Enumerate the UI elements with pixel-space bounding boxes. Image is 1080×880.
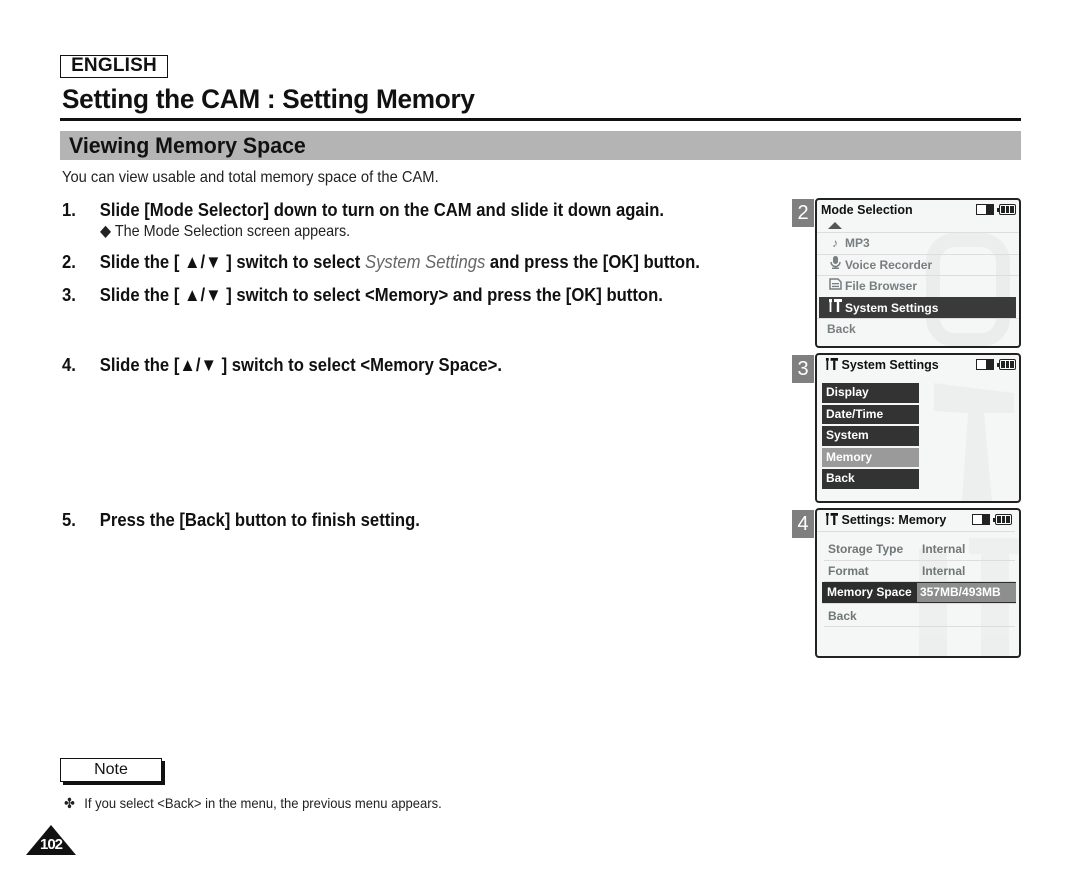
memory-card-icon xyxy=(976,204,994,215)
step-number: 5. xyxy=(62,509,76,530)
memory-space-value: 357MB/493MB xyxy=(917,583,1016,602)
screen-number: 3 xyxy=(792,355,814,383)
step-3: 3. Slide the [ ▲/▼ ] switch to select <Me… xyxy=(62,284,663,306)
screen-mode-selection: Mode Selection ♪ MP3 Voice Recorder File … xyxy=(815,198,1021,348)
step-text-post: and press the [OK] button. xyxy=(485,251,700,272)
setting-key: Memory Space xyxy=(827,585,912,599)
step-1-substep: ◆ The Mode Selection screen appears. xyxy=(100,223,351,240)
screen-system-settings: System Settings Display Date/Time System… xyxy=(815,353,1021,503)
scroll-up-icon xyxy=(817,222,1019,232)
menu-item-display[interactable]: Display xyxy=(822,383,919,403)
screen-title: Mode Selection xyxy=(821,203,913,217)
step-text: Press the [Back] button to finish settin… xyxy=(99,509,420,530)
setting-row-storage-type[interactable]: Storage Type Internal xyxy=(824,539,1015,561)
watermark-icon xyxy=(934,383,1014,501)
step-text-pre: Slide the [ ▲/▼ ] switch to select xyxy=(99,251,365,272)
status-icons xyxy=(976,359,1016,370)
music-note-icon: ♪ xyxy=(832,236,838,250)
step-text: Slide the [ ▲/▼ ] switch to select <Memo… xyxy=(99,284,663,305)
battery-icon xyxy=(993,514,1012,525)
step-1: 1. Slide [Mode Selector] down to turn on … xyxy=(62,199,664,221)
screen-title: System Settings xyxy=(841,358,939,372)
status-icons xyxy=(972,514,1012,525)
note-bullet-icon: ✤ xyxy=(64,795,75,811)
menu-item-system[interactable]: System xyxy=(822,426,919,446)
step-number: 2. xyxy=(62,251,76,272)
menu-item-mp3[interactable]: ♪ MP3 xyxy=(817,232,1019,254)
menu-item-label: Back xyxy=(827,322,856,336)
menu-item-memory[interactable]: Memory xyxy=(822,447,919,467)
settings-tools-icon xyxy=(825,358,838,370)
intro-text: You can view usable and total memory spa… xyxy=(62,169,439,186)
memory-card-icon xyxy=(976,359,994,370)
page-title: Setting the CAM : Setting Memory xyxy=(62,84,475,114)
file-icon xyxy=(827,276,843,297)
step-number: 1. xyxy=(62,199,76,220)
setting-key: Storage Type xyxy=(828,542,904,556)
menu-item-label: File Browser xyxy=(845,279,918,293)
screen-settings-memory: Settings: Memory Storage Type Internal Fo… xyxy=(815,508,1021,658)
screen-header: System Settings xyxy=(817,355,1019,377)
section-title: Viewing Memory Space xyxy=(69,133,306,158)
menu-item-back[interactable]: Back xyxy=(822,469,919,489)
menu-item-system-settings[interactable]: System Settings xyxy=(819,296,1016,319)
setting-key: Back xyxy=(828,608,857,623)
screen-number: 2 xyxy=(792,199,814,227)
note-text: ✤ If you select <Back> in the menu, the p… xyxy=(64,795,442,812)
settings-tools-icon xyxy=(827,298,843,319)
setting-key: Format xyxy=(828,563,869,578)
page-number: 102 xyxy=(39,836,63,853)
step-5: 5. Press the [Back] button to finish sett… xyxy=(62,509,420,531)
note-label: Note xyxy=(60,758,162,782)
step-text: Slide the [▲/▼ ] switch to select <Memor… xyxy=(99,354,502,375)
section-header: Viewing Memory Space xyxy=(60,131,1021,160)
setting-value: Internal xyxy=(922,542,966,556)
battery-icon xyxy=(997,359,1016,370)
menu-item-file-browser[interactable]: File Browser xyxy=(817,275,1019,297)
menu-item-voice-recorder[interactable]: Voice Recorder xyxy=(817,253,1019,276)
setting-row-back[interactable]: Back xyxy=(824,606,1015,627)
language-badge: ENGLISH xyxy=(60,55,168,78)
menu-item-label: Voice Recorder xyxy=(845,257,933,272)
menu-item-date-time[interactable]: Date/Time xyxy=(822,404,919,424)
screen-title: Settings: Memory xyxy=(841,513,947,527)
step-text: Slide [Mode Selector] down to turn on th… xyxy=(99,199,665,220)
step-text-emphasis: System Settings xyxy=(364,251,486,272)
step-2: 2. Slide the [ ▲/▼ ] switch to select Sys… xyxy=(62,251,700,273)
battery-icon xyxy=(997,204,1016,215)
step-number: 3. xyxy=(62,284,76,305)
screen-header: Settings: Memory xyxy=(817,510,1015,532)
menu-item-back[interactable]: Back xyxy=(817,318,1019,340)
menu-item-label: System Settings xyxy=(845,300,939,315)
settings-tools-icon xyxy=(825,513,838,525)
setting-row-memory-space[interactable]: Memory Space 357MB/493MB xyxy=(822,582,1016,604)
status-icons xyxy=(976,204,1016,215)
microphone-icon xyxy=(827,255,843,276)
memory-card-icon xyxy=(972,514,990,525)
setting-row-format[interactable]: Format Internal xyxy=(824,561,1015,582)
screen-header: Mode Selection xyxy=(817,200,1019,222)
title-divider xyxy=(60,118,1021,121)
setting-value: Internal xyxy=(922,563,966,578)
menu-item-label: MP3 xyxy=(845,236,870,250)
note-body: If you select <Back> in the menu, the pr… xyxy=(84,795,442,811)
step-number: 4. xyxy=(62,354,76,375)
step-4: 4. Slide the [▲/▼ ] switch to select <Mem… xyxy=(62,354,502,376)
screen-number: 4 xyxy=(792,510,814,538)
